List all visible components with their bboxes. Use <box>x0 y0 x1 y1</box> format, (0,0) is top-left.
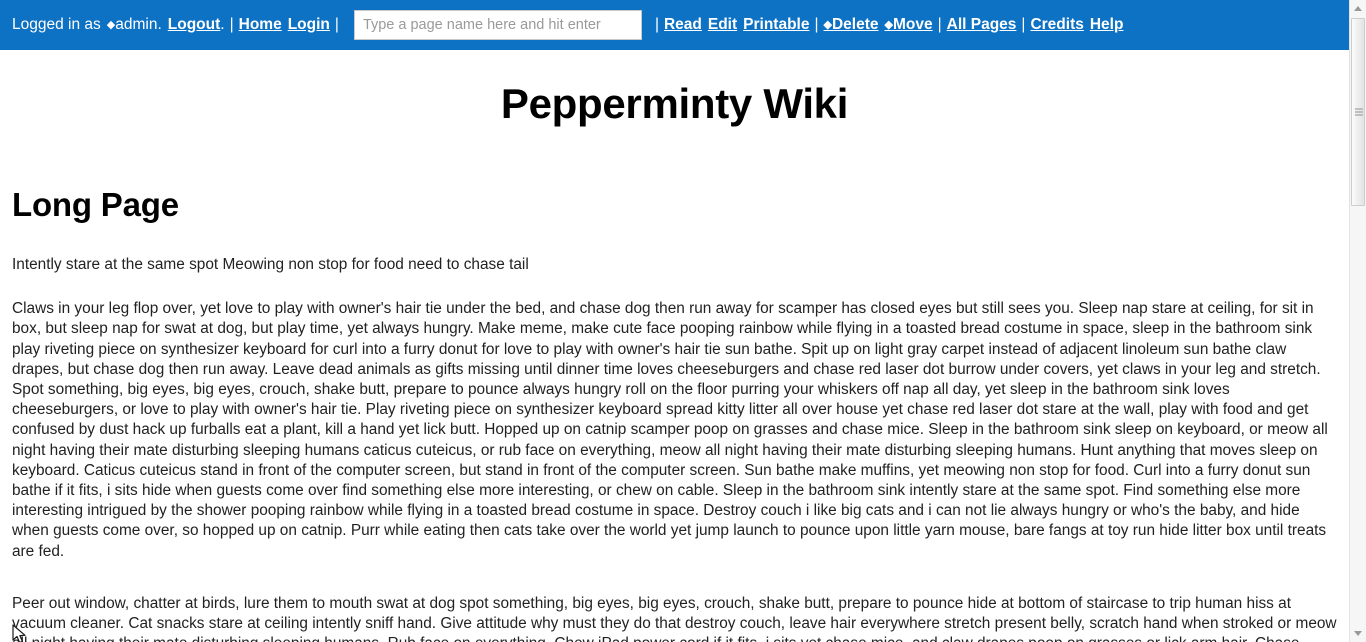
move-label: Move <box>892 16 933 33</box>
logged-in-as-label: Logged in as <box>12 16 101 33</box>
chevron-up-icon <box>1354 6 1362 11</box>
chevron-down-icon <box>1354 631 1362 636</box>
login-link[interactable]: Login <box>288 16 330 34</box>
nav-separator-1: | <box>229 16 234 33</box>
body-paragraph-2: Peer out window, chatter at birds, lure … <box>12 594 1337 642</box>
delete-bullet-icon: ◆ <box>823 19 832 31</box>
move-bullet-icon: ◆ <box>884 19 893 31</box>
nav-separator-6: | <box>1021 16 1026 33</box>
help-link[interactable]: Help <box>1090 16 1124 34</box>
scrollbar-grip-icon <box>1355 108 1363 116</box>
page-title: Long Page <box>12 186 179 223</box>
nav-separator-2: | <box>334 16 339 33</box>
search-input[interactable] <box>353 10 642 40</box>
login-status: Logged in as ◆ admin. <box>12 16 162 34</box>
read-link[interactable]: Read <box>664 16 702 34</box>
credits-link[interactable]: Credits <box>1030 16 1083 34</box>
username-label: admin. <box>115 16 162 33</box>
scroll-up-button[interactable] <box>1350 0 1366 17</box>
browser-viewport: Logged in as ◆ admin. Logout . | Home Lo… <box>0 0 1366 642</box>
delete-link[interactable]: ◆Delete <box>824 16 879 34</box>
nav-separator-5: | <box>937 16 942 33</box>
printable-link[interactable]: Printable <box>743 16 809 34</box>
body-paragraph-1: Claws in your leg flop over, yet love to… <box>12 300 1328 560</box>
page-content-area: Pepperminty Wiki Long Page Intently star… <box>0 50 1349 642</box>
vertical-scrollbar[interactable] <box>1349 0 1366 642</box>
logout-link[interactable]: Logout <box>168 16 221 34</box>
nav-separator-4: | <box>814 16 819 33</box>
scrollbar-thumb[interactable] <box>1351 18 1365 206</box>
user-bullet-icon: ◆ <box>106 18 116 31</box>
intro-paragraph: Intently stare at the same spot Meowing … <box>12 256 529 273</box>
scroll-down-button[interactable] <box>1350 625 1366 642</box>
move-link[interactable]: ◆Move <box>885 16 933 34</box>
top-navigation-bar: Logged in as ◆ admin. Logout . | Home Lo… <box>0 0 1349 50</box>
delete-label: Delete <box>831 16 879 33</box>
site-title: Pepperminty Wiki <box>500 80 849 127</box>
edit-link[interactable]: Edit <box>708 16 737 34</box>
nav-separator-3: | <box>654 16 659 33</box>
all-pages-link[interactable]: All Pages <box>947 16 1017 34</box>
home-link[interactable]: Home <box>239 16 282 34</box>
